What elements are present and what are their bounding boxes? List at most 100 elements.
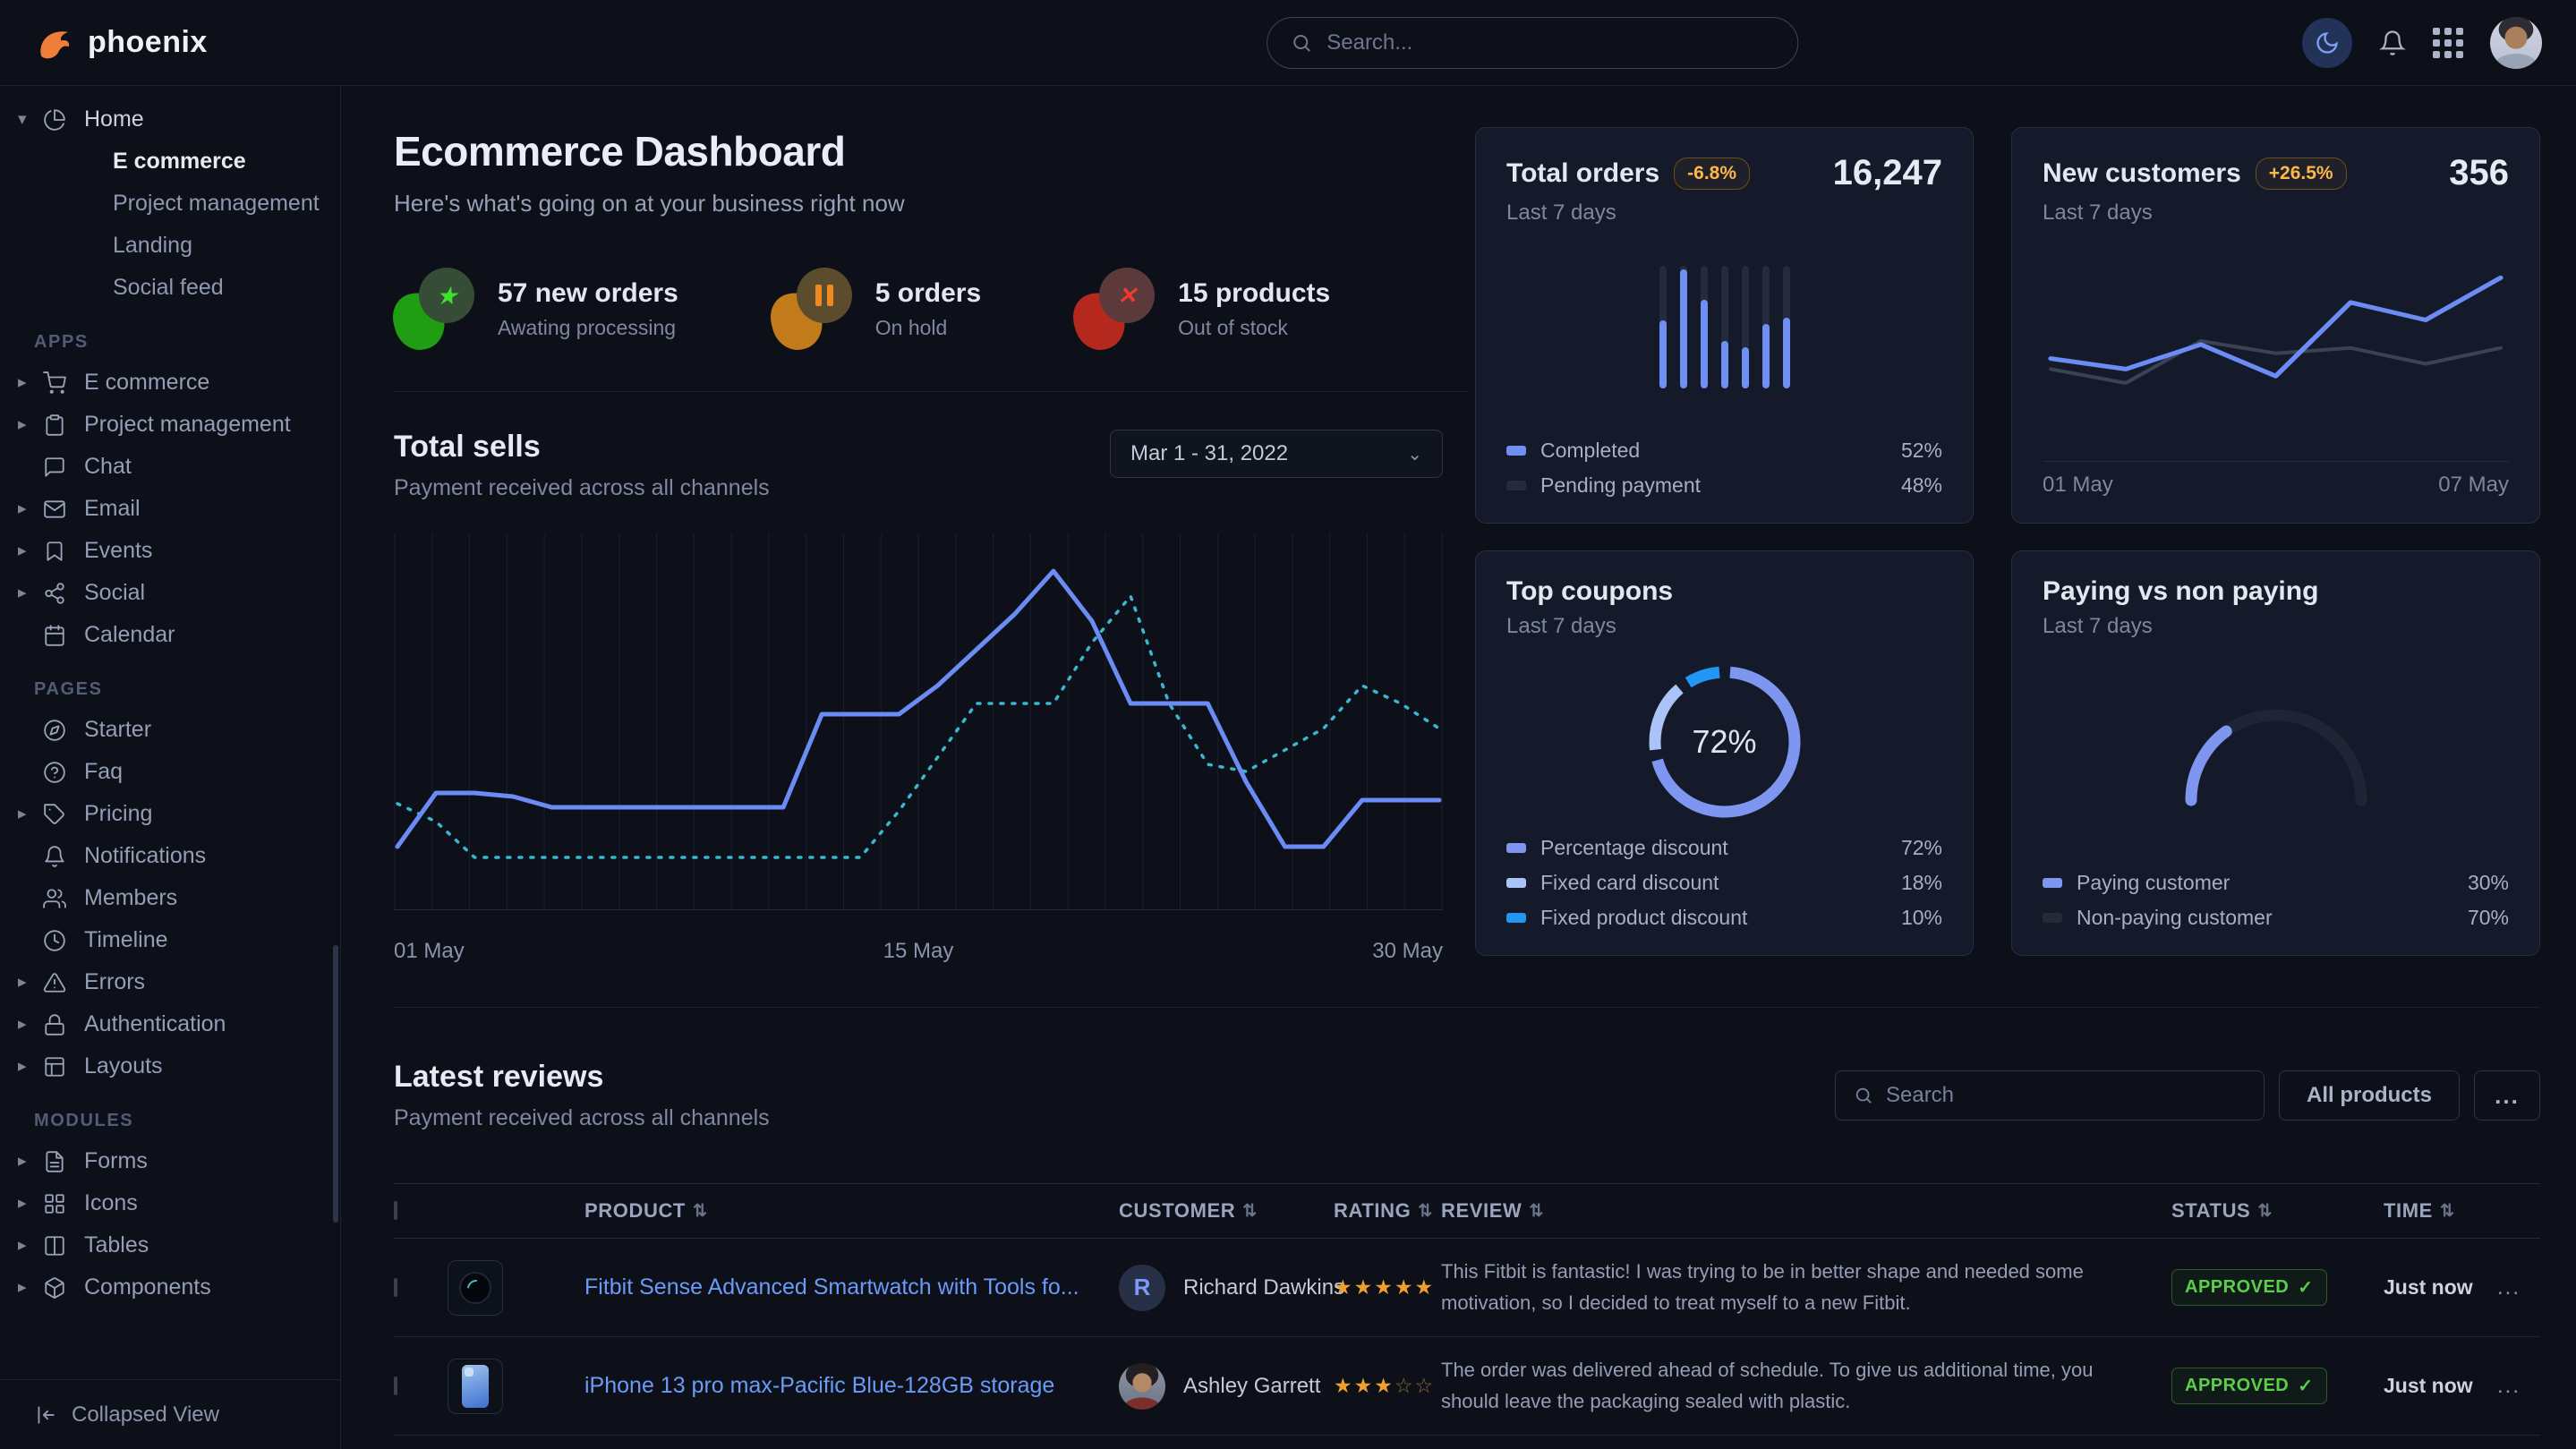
legend-item: Paying customer 30% (2043, 871, 2509, 895)
row-checkbox[interactable] (394, 1278, 397, 1297)
reviews-search-input[interactable] (1886, 1083, 2246, 1108)
collapse-sidebar-button[interactable]: Collapsed View (0, 1379, 340, 1449)
sidebar-item-ecommerce[interactable]: E commerce (0, 141, 340, 183)
sidebar-item-layouts[interactable]: ▸ Layouts (0, 1045, 340, 1087)
notifications-button[interactable] (2379, 30, 2406, 56)
sidebar-item-notifications[interactable]: Notifications (0, 835, 340, 877)
sidebar-item-components[interactable]: ▸ Components (0, 1266, 340, 1308)
select-all-checkbox[interactable] (394, 1201, 397, 1220)
sidebar-item-social-feed[interactable]: Social feed (0, 267, 340, 309)
sidebar-item-landing[interactable]: Landing (0, 225, 340, 267)
file-text-icon (43, 1150, 81, 1173)
stat-orders-on-hold: 5 ordersOn hold (772, 268, 981, 350)
sidebar-item-home[interactable]: ▾ Home (0, 98, 340, 141)
avatar (1119, 1363, 1165, 1410)
sidebar-item-tables[interactable]: ▸ Tables (0, 1224, 340, 1266)
customer-cell: Ashley Garrett (1119, 1363, 1334, 1410)
table-header-row: PRODUCT⇅ CUSTOMER⇅ RATING⇅ REVIEW⇅ STATU… (394, 1183, 2540, 1239)
product-image-smartwatch[interactable] (448, 1260, 503, 1316)
legend-item: Pending payment 48% (1506, 473, 1942, 498)
reviews-table: PRODUCT⇅ CUSTOMER⇅ RATING⇅ REVIEW⇅ STATU… (394, 1183, 2540, 1449)
sidebar-item-ecommerce-app[interactable]: ▸ E commerce (0, 362, 340, 404)
coupons-donut-chart: 72% (1649, 666, 1801, 818)
column-header-status[interactable]: STATUS⇅ (2171, 1199, 2384, 1223)
help-circle-icon (43, 761, 81, 784)
product-link[interactable]: Fitbit Sense Advanced Smartwatch with To… (584, 1274, 1119, 1300)
total-sells-chart: 01 May 15 May 30 May (394, 533, 1443, 964)
quick-stats: ★ 57 new ordersAwating processing 5 orde… (394, 268, 1468, 350)
column-header-time[interactable]: TIME⇅ (2384, 1199, 2497, 1223)
new-orders-icon: ★ (394, 268, 476, 350)
sidebar: ▾ Home E commerce Project management Lan… (0, 86, 341, 1449)
collapse-left-icon (34, 1403, 57, 1427)
grid-icon (43, 1192, 81, 1215)
legend-item: Non-paying customer 70% (2043, 906, 2509, 930)
sidebar-item-pricing[interactable]: ▸ Pricing (0, 793, 340, 835)
sidebar-item-calendar[interactable]: Calendar (0, 614, 340, 656)
row-checkbox[interactable] (394, 1377, 397, 1395)
new-customers-chart (2043, 226, 2509, 456)
global-search[interactable] (1267, 17, 1798, 69)
sidebar-section-pages: PAGES (34, 679, 340, 700)
caret-right-icon: ▸ (18, 972, 43, 993)
sidebar-scrollbar[interactable] (333, 945, 338, 1223)
sidebar-item-project-management[interactable]: Project management (0, 183, 340, 225)
sort-icon: ⇅ (2257, 1201, 2273, 1222)
sidebar-item-errors[interactable]: ▸ Errors (0, 961, 340, 1003)
total-orders-card: Total orders -6.8% 16,247 Last 7 days Co… (1475, 127, 1974, 524)
sidebar-item-members[interactable]: Members (0, 877, 340, 919)
row-menu-button[interactable]: ... (2497, 1374, 2540, 1399)
column-header-review[interactable]: REVIEW⇅ (1441, 1199, 2171, 1223)
sidebar-item-starter[interactable]: Starter (0, 709, 340, 751)
product-image-iphone[interactable] (448, 1359, 503, 1414)
x-axis-label: 07 May (2438, 473, 2509, 498)
time-cell: Just now (2384, 1275, 2497, 1300)
pie-chart-icon (43, 108, 81, 132)
clock-icon (43, 929, 81, 952)
page-subtitle: Here's what's going on at your business … (394, 190, 1468, 217)
rating-stars: ★★★★★ (1334, 1275, 1441, 1300)
date-range-select[interactable]: Mar 1 - 31, 2022 ⌄ (1110, 430, 1443, 478)
page-title: Ecommerce Dashboard (394, 127, 1468, 175)
product-link[interactable]: iPhone 13 pro max-Pacific Blue-128GB sto… (584, 1373, 1119, 1399)
caret-right-icon: ▸ (18, 1151, 43, 1172)
orders-bar-chart (1659, 266, 1790, 388)
sidebar-item-faq[interactable]: Faq (0, 751, 340, 793)
user-avatar[interactable] (2490, 17, 2542, 69)
column-header-customer[interactable]: CUSTOMER⇅ (1119, 1199, 1334, 1223)
apps-grid-button[interactable] (2433, 28, 2463, 58)
theme-toggle-button[interactable] (2302, 18, 2352, 68)
sidebar-section-apps: APPS (34, 332, 340, 353)
sort-icon: ⇅ (1529, 1201, 1544, 1222)
column-header-product[interactable]: PRODUCT⇅ (584, 1199, 1119, 1223)
all-products-button[interactable]: All products (2279, 1070, 2460, 1121)
sidebar-item-events[interactable]: ▸ Events (0, 530, 340, 572)
caret-right-icon: ▸ (18, 372, 43, 393)
orders-delta-badge: -6.8% (1674, 158, 1750, 190)
global-search-input[interactable] (1326, 30, 1774, 55)
row-menu-button[interactable]: ... (2497, 1275, 2540, 1300)
legend-item: Completed 52% (1506, 439, 1942, 463)
table-row: iPhone 13 pro max-Pacific Blue-128GB sto… (394, 1337, 2540, 1436)
package-icon (43, 1276, 81, 1300)
x-axis-label: 01 May (2043, 473, 2113, 498)
users-icon (43, 887, 81, 910)
status-badge: APPROVED✓ (2171, 1368, 2327, 1404)
sidebar-item-timeline[interactable]: Timeline (0, 919, 340, 961)
reviews-search[interactable] (1835, 1070, 2265, 1121)
layout-icon (43, 1055, 81, 1078)
sidebar-item-project-management-app[interactable]: ▸ Project management (0, 404, 340, 446)
review-text: This Fitbit is fantastic! I was trying t… (1441, 1257, 2171, 1317)
sidebar-item-social[interactable]: ▸ Social (0, 572, 340, 614)
sidebar-item-authentication[interactable]: ▸ Authentication (0, 1003, 340, 1045)
reviews-menu-button[interactable]: ... (2474, 1070, 2540, 1121)
sidebar-item-email[interactable]: ▸ Email (0, 488, 340, 530)
time-cell: Just now (2384, 1374, 2497, 1398)
brand-logo[interactable]: phoenix (34, 22, 208, 64)
column-header-rating[interactable]: RATING⇅ (1334, 1199, 1441, 1223)
topbar-actions (2302, 17, 2542, 69)
sidebar-item-chat[interactable]: Chat (0, 446, 340, 488)
sidebar-item-forms[interactable]: ▸ Forms (0, 1140, 340, 1182)
brand-name: phoenix (88, 25, 208, 60)
sidebar-item-icons[interactable]: ▸ Icons (0, 1182, 340, 1224)
